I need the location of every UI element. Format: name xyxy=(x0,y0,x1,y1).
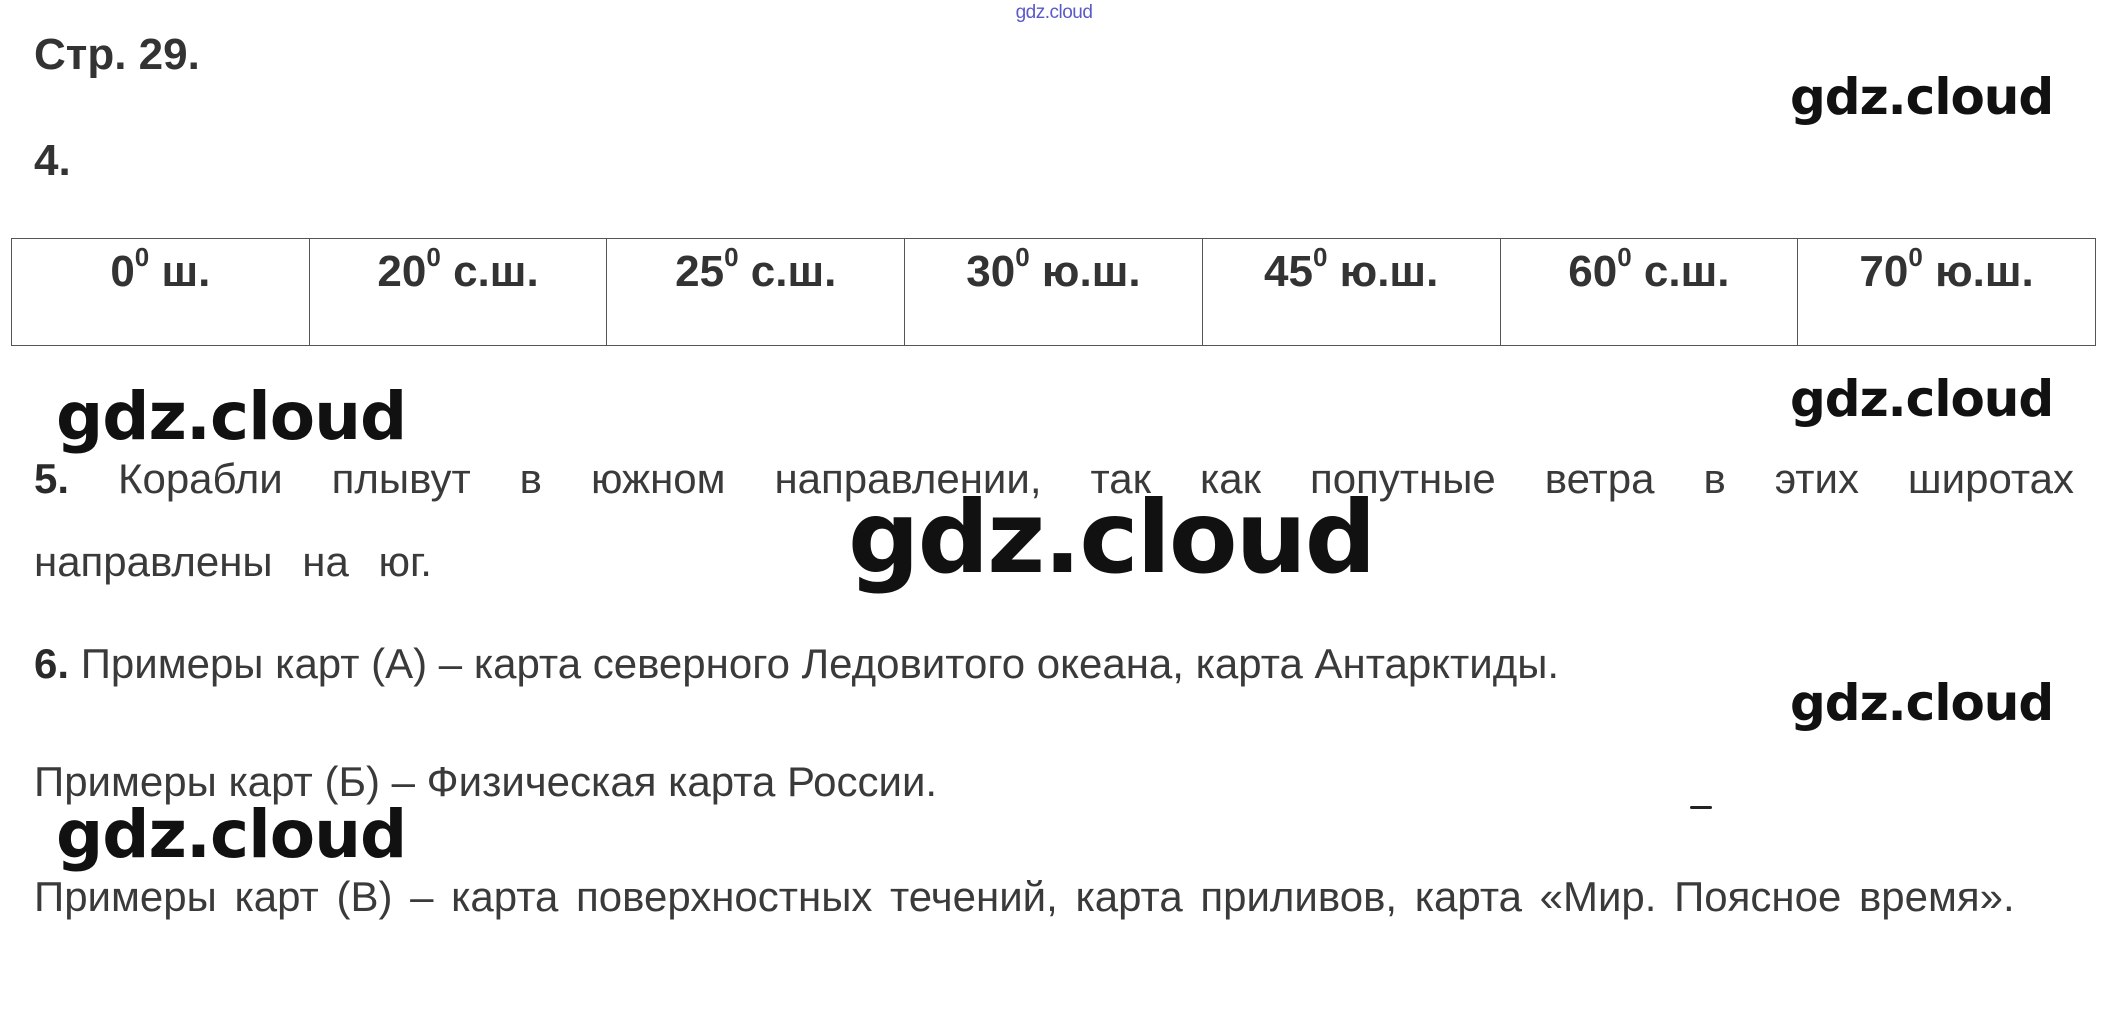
table-cell: 250 с.ш. xyxy=(606,238,906,346)
latitude-table: 00 ш. 200 с.ш. 250 с.ш. 300 ю.ш. 450 ю.ш… xyxy=(11,238,2096,346)
watermark: gdz.cloud xyxy=(1790,68,2054,126)
watermark: gdz.cloud xyxy=(848,479,1376,596)
table-cell: 200 с.ш. xyxy=(308,238,608,346)
task-6-answer-a: 6. Примеры карт (А) – карта северного Ле… xyxy=(34,640,1560,687)
watermark: gdz.cloud xyxy=(1790,674,2054,732)
task-5-number: 5. xyxy=(34,455,70,502)
table-row: 00 ш. 200 с.ш. 250 с.ш. 300 ю.ш. 450 ю.ш… xyxy=(11,238,2096,346)
header-watermark: gdz.cloud xyxy=(1015,2,1093,23)
table-cell: 600 с.ш. xyxy=(1499,238,1799,346)
stray-mark xyxy=(1690,806,1712,809)
page-reference: Стр. 29. xyxy=(34,30,200,79)
watermark: gdz.cloud xyxy=(1790,370,2054,428)
table-cell: 300 ю.ш. xyxy=(904,238,1203,346)
table-cell: 700 ю.ш. xyxy=(1797,238,2096,346)
table-cell: 00 ш. xyxy=(11,238,310,346)
watermark: gdz.cloud xyxy=(56,378,407,455)
watermark: gdz.cloud xyxy=(56,796,407,873)
table-cell: 450 ю.ш. xyxy=(1201,238,1501,346)
task-6-number: 6. xyxy=(34,640,70,687)
task-4-number: 4. xyxy=(34,136,71,185)
